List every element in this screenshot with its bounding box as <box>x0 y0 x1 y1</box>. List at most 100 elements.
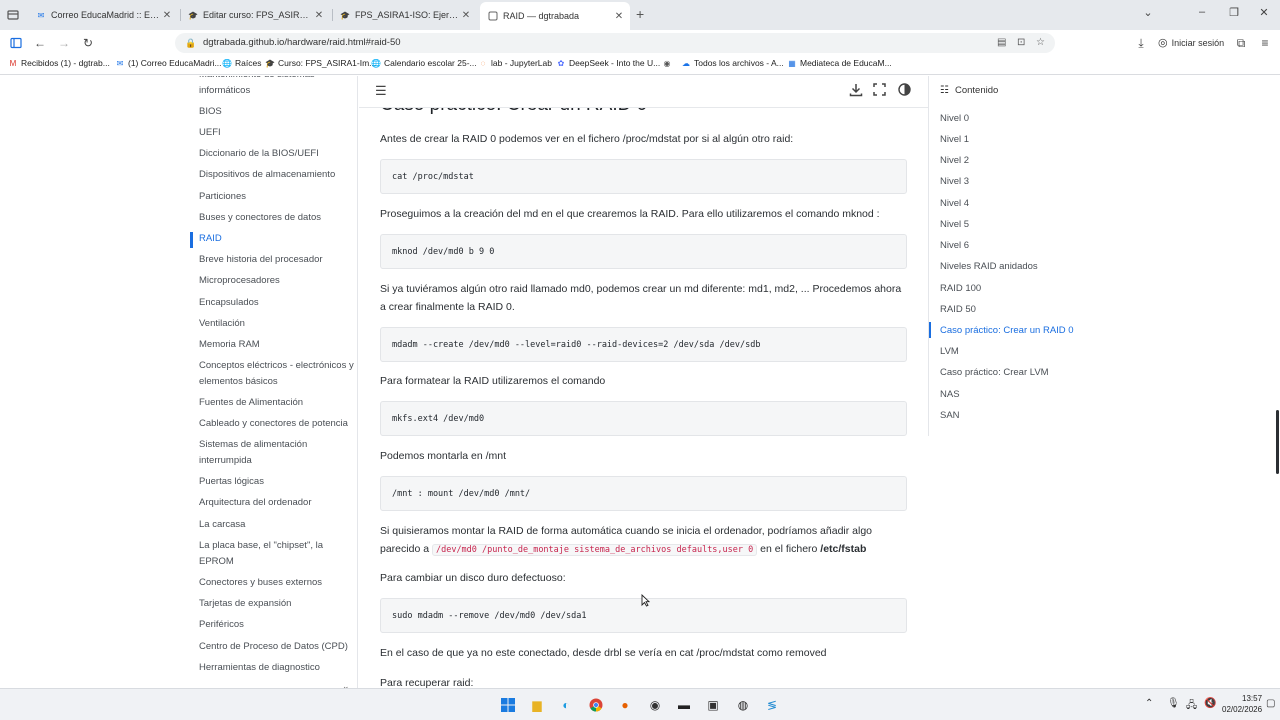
theme-toggle-icon[interactable] <box>898 83 911 99</box>
notifications-icon[interactable]: ▢ <box>1266 698 1275 709</box>
nav-item-microprocesadores[interactable]: Microprocesadores <box>199 273 354 289</box>
nav-item-perifericos[interactable]: Periféricos <box>199 617 354 633</box>
download-icon[interactable] <box>849 83 863 100</box>
toc-item-nivel-5[interactable]: Nivel 5 <box>940 219 969 230</box>
reader-view-icon[interactable]: ▤ <box>997 33 1006 53</box>
screenshot-icon[interactable]: ⊡ <box>1017 33 1025 53</box>
toc-item-anidados[interactable]: Niveles RAID anidados <box>940 261 1038 272</box>
toc-item-nivel-2[interactable]: Nivel 2 <box>940 155 969 166</box>
app-icon[interactable]: ▣ <box>704 696 722 714</box>
close-tab-icon[interactable]: ✕ <box>160 10 174 21</box>
nav-item-raid[interactable]: RAID <box>199 231 354 247</box>
bookmark-deepseek[interactable]: ✿ DeepSeek - Into the U... <box>556 58 661 68</box>
extensions-icon[interactable]: ⧉ <box>1232 34 1250 52</box>
new-tab-icon[interactable]: + <box>636 6 644 22</box>
toc-item-nivel-1[interactable]: Nivel 1 <box>940 134 969 145</box>
bookmark-unnamed[interactable]: ◉ <box>662 58 675 68</box>
nav-item-cableado[interactable]: Cableado y conectores de potencia <box>199 416 354 432</box>
nav-item-bios[interactable]: BIOS <box>199 104 354 120</box>
restore-icon[interactable]: ❐ <box>1224 6 1244 19</box>
toc-item-raid-100[interactable]: RAID 100 <box>940 283 981 294</box>
nav-item-mantenimiento[interactable]: Mantenimiento de sistemas informáticos <box>199 76 354 99</box>
nav-item-memoria[interactable]: Memoria RAM <box>199 337 354 353</box>
bookmark-correo[interactable]: ✉ (1) Correo EducaMadri... <box>115 58 222 68</box>
reload-icon[interactable]: ↻ <box>79 34 97 52</box>
nav-item-dispositivos[interactable]: Dispositivos de almacenamiento <box>199 167 354 183</box>
bookmark-mediateca[interactable]: ▦ Mediateca de EducaM... <box>787 58 891 68</box>
nav-item-historia[interactable]: Breve historia del procesador <box>199 252 354 268</box>
nav-item-cpd[interactable]: Centro de Proceso de Datos (CPD) <box>199 639 354 655</box>
nav-item-conectores[interactable]: Conectores y buses externos <box>199 575 354 591</box>
nav-item-uefi[interactable]: UEFI <box>199 125 354 141</box>
toc-item-san[interactable]: SAN <box>940 410 960 421</box>
network-icon[interactable]: 🖧 <box>1186 698 1197 715</box>
nav-item-tarjetas[interactable]: Tarjetas de expansión <box>199 596 354 612</box>
tab-correo[interactable]: ✉ Correo EducaMadrid :: Entrada ✕ <box>28 4 178 26</box>
terminal-icon[interactable]: ▬ <box>675 696 693 714</box>
tab-ejercicio-raid[interactable]: 🎓 FPS_ASIRA1-ISO: Ejercicio: RAID ✕ <box>332 4 477 26</box>
toc-item-nivel-4[interactable]: Nivel 4 <box>940 198 969 209</box>
edge-icon[interactable]: ◐ <box>557 696 575 714</box>
file-explorer-icon[interactable]: ▆ <box>528 696 546 714</box>
firefox-icon[interactable]: ● <box>616 696 634 714</box>
tab-editar-curso[interactable]: 🎓 Editar curso: FPS_ASIRA1-Implant ✕ <box>180 4 330 26</box>
close-tab-icon[interactable]: ✕ <box>459 10 473 21</box>
tray-chevron-icon[interactable]: ⌃ <box>1145 698 1153 709</box>
signin-button[interactable]: ◎ Iniciar sesión <box>1158 34 1224 52</box>
nav-item-puertas[interactable]: Puertas lógicas <box>199 474 354 490</box>
bookmark-curso[interactable]: 🎓 Curso: FPS_ASIRA1-Im... <box>265 58 376 68</box>
back-icon[interactable]: ← <box>31 34 49 52</box>
nav-item-sai[interactable]: Sistemas de alimentación interrumpida <box>199 437 354 469</box>
hamburger-menu-icon[interactable]: ☰ <box>375 83 387 99</box>
nav-item-arquitectura[interactable]: Arquitectura del ordenador <box>199 495 354 511</box>
nav-item-conceptos[interactable]: Conceptos eléctricos - electrónicos y el… <box>199 358 354 390</box>
toc-item-lvm[interactable]: LVM <box>940 346 959 357</box>
menu-icon[interactable]: ≡ <box>1256 34 1274 52</box>
nav-item-placa-base[interactable]: La placa base, el "chipset", la EPROM <box>199 538 354 570</box>
bookmark-onedrive[interactable]: ☁ Todos los archivos - A... <box>681 58 784 68</box>
tab-raid-dgtrabada[interactable]: RAID — dgtrabada ✕ <box>480 2 630 30</box>
lock-icon[interactable]: 🔒 <box>185 33 196 53</box>
system-clock[interactable]: 13:57 02/02/2026 <box>1222 693 1262 715</box>
bookmark-jupyterlab[interactable]: ◌ lab - JupyterLab <box>478 58 552 68</box>
bookmark-gmail[interactable]: M Recibidos (1) - dgtrab... <box>8 58 110 68</box>
active-app-icon[interactable]: ◍ <box>734 696 752 714</box>
toc-item-nas[interactable]: NAS <box>940 389 960 400</box>
toc-item-nivel-0[interactable]: Nivel 0 <box>940 113 969 124</box>
toc-item-nivel-3[interactable]: Nivel 3 <box>940 176 969 187</box>
start-menu-icon[interactable] <box>499 696 517 714</box>
downloads-icon[interactable]: ⤓ <box>1132 34 1150 52</box>
bookmark-raices[interactable]: 🌐 Raíces <box>222 58 261 68</box>
nav-item-fuentes[interactable]: Fuentes de Alimentación <box>199 395 354 411</box>
nav-item-herramientas[interactable]: Herramientas de diagnostico <box>199 660 354 676</box>
volume-icon[interactable]: 🔇 <box>1204 698 1216 709</box>
toc-item-caso-lvm[interactable]: Caso práctico: Crear LVM <box>940 367 1049 378</box>
bookmark-calendario[interactable]: 🌐 Calendario escolar 25-... <box>371 58 477 68</box>
sidebar-toggle-icon[interactable] <box>7 34 25 52</box>
page-scrollbar[interactable] <box>1276 410 1279 474</box>
vscode-icon[interactable]: ≶ <box>763 696 781 714</box>
forward-icon[interactable]: → <box>55 34 73 52</box>
chrome-icon[interactable] <box>587 696 605 714</box>
close-tab-icon[interactable]: ✕ <box>612 11 626 22</box>
nav-item-diccionario[interactable]: Diccionario de la BIOS/UEFI <box>199 146 354 162</box>
toc-item-caso-raid0[interactable]: Caso práctico: Crear un RAID 0 <box>940 325 1074 336</box>
tab-actions-icon[interactable] <box>6 8 20 22</box>
nav-item-encapsulados[interactable]: Encapsulados <box>199 295 354 311</box>
close-tab-icon[interactable]: ✕ <box>312 10 326 21</box>
fullscreen-icon[interactable] <box>873 83 886 99</box>
obs-icon[interactable]: ◉ <box>646 696 664 714</box>
microphone-icon[interactable]: 🎙 <box>1167 698 1180 709</box>
nav-item-buses[interactable]: Buses y conectores de datos <box>199 210 354 226</box>
tab-list-chevron-icon[interactable]: ⌄ <box>1138 6 1158 19</box>
bookmark-star-icon[interactable]: ☆ <box>1036 33 1045 53</box>
collapse-chevron-icon[interactable]: ⌄ <box>342 681 350 688</box>
minimize-icon[interactable]: – <box>1192 6 1212 18</box>
nav-item-carcasa[interactable]: La carcasa <box>199 517 354 533</box>
close-window-icon[interactable]: ✕ <box>1254 6 1274 19</box>
nav-item-ventilacion[interactable]: Ventilación <box>199 316 354 332</box>
url-field[interactable]: 🔒 dgtrabada.github.io/hardware/raid.html… <box>175 33 1055 53</box>
nav-item-particiones[interactable]: Particiones <box>199 189 354 205</box>
toc-item-raid-50[interactable]: RAID 50 <box>940 304 976 315</box>
toc-item-nivel-6[interactable]: Nivel 6 <box>940 240 969 251</box>
